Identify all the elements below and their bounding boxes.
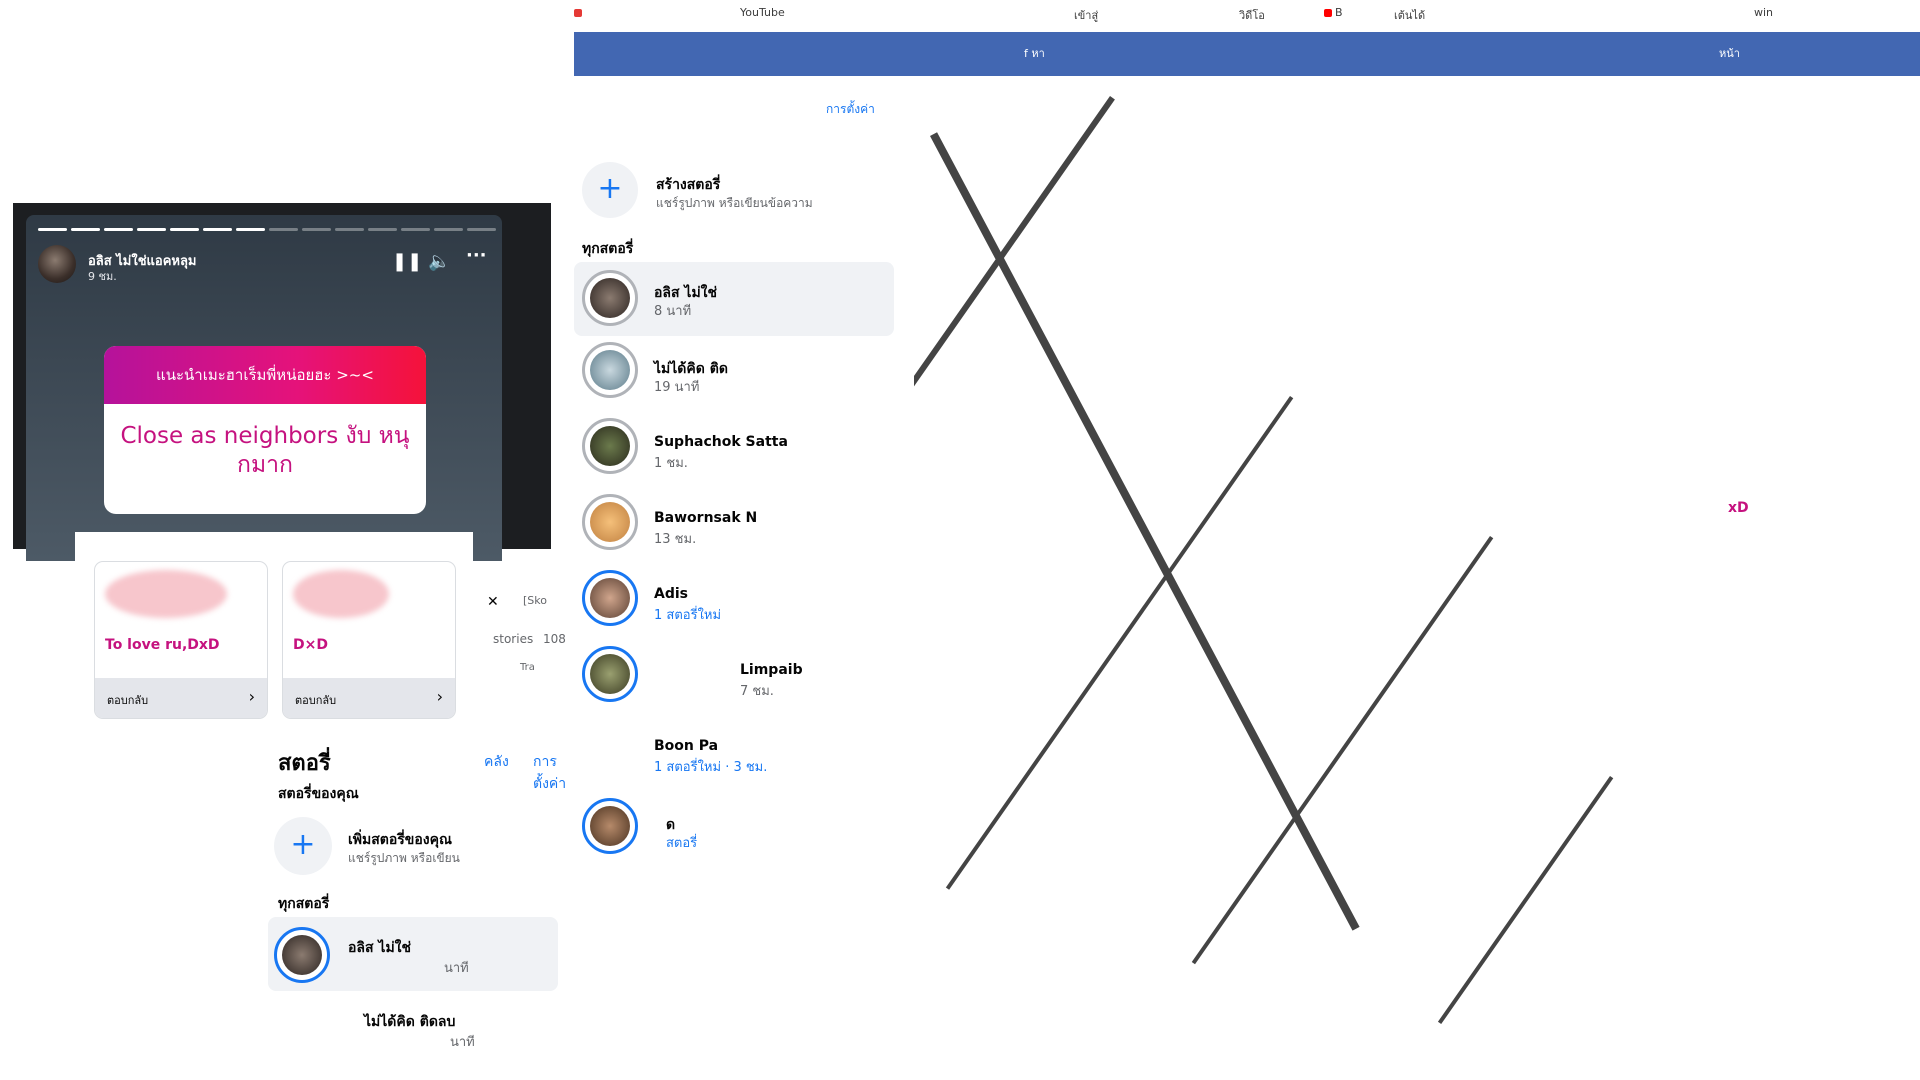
bookmark-video[interactable]: วิดีโอ [1239, 6, 1265, 24]
progress-segment [401, 228, 430, 231]
pause-icon[interactable]: ❚❚ [392, 251, 422, 272]
add-story-button[interactable]: + [582, 162, 638, 218]
settings-link[interactable]: การตั้งค่า [533, 751, 568, 795]
tab-fragment[interactable]: [Sko [523, 594, 547, 607]
story-progress [38, 228, 496, 231]
add-story-sub: แชร์รูปภาพ หรือเขียนข้อความ [656, 196, 813, 210]
stories-sidebar-secondary: สตอรี่ คลัง การตั้งค่า สตอรี่ของคุณ + เพ… [268, 735, 568, 1080]
progress-segment [302, 228, 331, 231]
story-stage [708, 76, 1920, 1080]
avatar[interactable] [38, 245, 76, 283]
settings-link[interactable]: การตั้งค่า [826, 100, 875, 119]
youtube-icon [1324, 9, 1332, 17]
add-story-title: สร้างสตอรี่ [656, 177, 721, 193]
progress-segment [434, 228, 463, 231]
bookmark-login[interactable]: เข้าสู่ [1074, 6, 1098, 24]
bookmark-b[interactable]: B [1324, 6, 1343, 19]
bookmarks-bar: YouTube เข้าสู่ วิดีโอ B เต้นได้ win [574, 0, 1920, 28]
page-title: สตอรี่ [278, 751, 331, 776]
progress-segment [335, 228, 364, 231]
add-story-button[interactable]: + [274, 817, 332, 875]
story-viewer: อลิส ไม่ใช่แอคหลุม 9 ชม. ❚❚ 🔈 ··· แนะนำเ… [13, 203, 551, 561]
progress-segment [368, 228, 397, 231]
plus-icon: + [290, 827, 316, 862]
question-sticker: แนะนำเมะฮาเร็มพี่หน่อยฮะ >~< Close as ne… [104, 346, 426, 514]
story-time: 9 ชม. [88, 270, 117, 283]
reply-button[interactable]: ตอบกลับ [107, 691, 148, 709]
reply-card[interactable]: D×D ตอบกลับ › [283, 562, 455, 718]
archive-link[interactable]: คลัง [484, 751, 509, 773]
question-answer: Close as neighbors งับ หนุกมาก [120, 423, 410, 478]
bookmark-dance[interactable]: เต้นได้ [1394, 6, 1425, 24]
reply-suggestions: To love ru,DxD ตอบกลับ › D×D ตอบกลับ › ✕ [… [75, 532, 566, 762]
volume-icon[interactable]: 🔈 [428, 251, 450, 272]
stories-sidebar: การตั้งค่า + สร้างสตอรี่ แชร์รูปภาพ หรือ… [574, 90, 914, 1080]
progress-segment [236, 228, 265, 231]
progress-segment [104, 228, 133, 231]
apps-icon[interactable] [574, 6, 585, 19]
search-input[interactable]: f หา [1024, 44, 1045, 62]
reply-button[interactable]: ตอบกลับ [295, 691, 336, 709]
story-content[interactable]: อลิส ไม่ใช่แอคหลุม 9 ชม. ❚❚ 🔈 ··· แนะนำเ… [26, 215, 502, 561]
progress-segment [269, 228, 298, 231]
bookmark-win[interactable]: win [1754, 6, 1773, 19]
blurred-avatar [293, 570, 389, 618]
reply-card[interactable]: To love ru,DxD ตอบกลับ › [95, 562, 267, 718]
stories-text: stories [493, 632, 534, 646]
progress-segment [137, 228, 166, 231]
reply-tag: xD [1728, 500, 1749, 516]
all-stories-heading: ทุกสตอรี่ [582, 241, 634, 257]
chevron-right-icon[interactable]: › [249, 687, 255, 706]
close-icon[interactable]: ✕ [487, 594, 499, 610]
facebook-header: f หา หน้า [574, 32, 1920, 76]
reply-text: To love ru,DxD [105, 637, 220, 653]
progress-segment [71, 228, 100, 231]
progress-segment [38, 228, 67, 231]
progress-segment [467, 228, 496, 231]
reply-text: D×D [293, 637, 328, 653]
tra-text: Tra [520, 662, 535, 673]
count-text: 108 [543, 632, 566, 646]
add-story-sub: แชร์รูปภาพ หรือเขียน [348, 851, 460, 865]
more-options-icon[interactable]: ··· [466, 245, 487, 266]
add-story-title: เพิ่มสตอรี่ของคุณ [348, 832, 452, 848]
question-title: แนะนำเมะฮาเร็มพี่หน่อยฮะ >~< [104, 346, 426, 404]
your-story-heading: สตอรี่ของคุณ [278, 786, 359, 802]
bookmark-youtube[interactable]: YouTube [740, 6, 785, 19]
all-stories-heading: ทุกสตอรี่ [278, 896, 330, 912]
blurred-avatar [105, 570, 227, 618]
home-link[interactable]: หน้า [1719, 44, 1740, 62]
plus-icon: + [597, 171, 623, 206]
progress-segment [203, 228, 232, 231]
chevron-right-icon[interactable]: › [437, 687, 443, 706]
progress-segment [170, 228, 199, 231]
